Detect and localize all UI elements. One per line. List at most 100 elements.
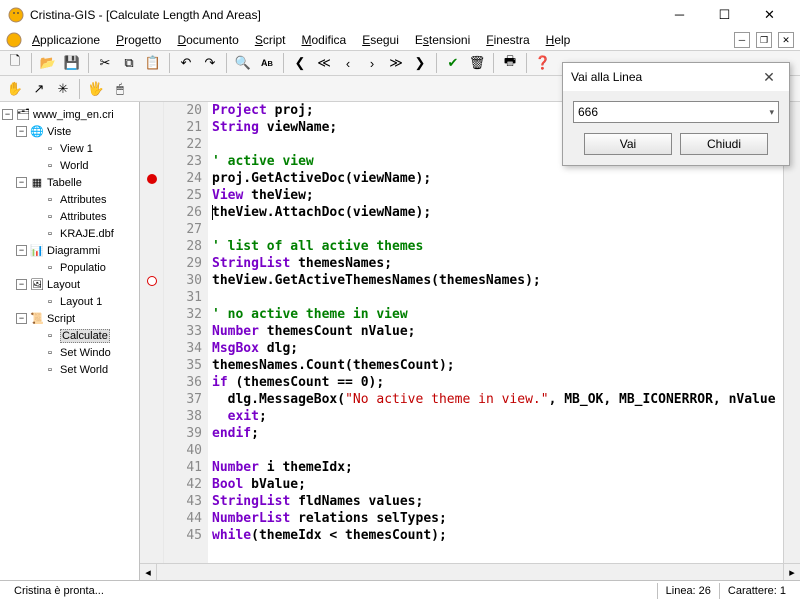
menu-script[interactable]: Script bbox=[249, 31, 292, 49]
app-menu-icon[interactable] bbox=[6, 32, 22, 48]
menu-esegui[interactable]: Esegui bbox=[356, 31, 405, 49]
code-line[interactable]: ' list of all active themes bbox=[208, 238, 783, 255]
menu-estensioni[interactable]: Estensioni bbox=[409, 31, 476, 49]
tree-item[interactable]: ▫World bbox=[2, 157, 137, 174]
dialog-titlebar[interactable]: Vai alla Linea ✕ bbox=[563, 63, 789, 91]
menu-applicazione[interactable]: Applicazione bbox=[26, 31, 106, 49]
code-line[interactable]: View theView; bbox=[208, 187, 783, 204]
tree-group[interactable]: −📊Diagrammi bbox=[2, 242, 137, 259]
new-button[interactable]: 🗋 bbox=[4, 52, 26, 74]
mdi-close[interactable]: ✕ bbox=[778, 32, 794, 48]
paste-button[interactable]: 📋 bbox=[142, 52, 164, 74]
project-tree[interactable]: −🗂www_img_en.cri−🌐Viste▫View 1▫World−▦Ta… bbox=[0, 102, 140, 580]
menu-modifica[interactable]: Modifica bbox=[296, 31, 353, 49]
pan-tool[interactable]: 🖐 bbox=[85, 78, 107, 100]
code-line[interactable]: Number themesCount nValue; bbox=[208, 323, 783, 340]
code-line[interactable] bbox=[208, 221, 783, 238]
stop-button[interactable]: 🗑 bbox=[466, 52, 488, 74]
code-line[interactable]: StringList themesNames; bbox=[208, 255, 783, 272]
find-button[interactable]: 🔍 bbox=[232, 52, 254, 74]
nav-last-button[interactable]: ❯ bbox=[409, 52, 431, 74]
breakpoint-icon[interactable] bbox=[147, 174, 157, 184]
tree-item[interactable]: ▫KRAJE.dbf bbox=[2, 225, 137, 242]
menu-finestra[interactable]: Finestra bbox=[480, 31, 535, 49]
close-button[interactable]: ✕ bbox=[747, 1, 792, 29]
open-button[interactable]: 📂 bbox=[37, 52, 59, 74]
code-line[interactable]: MsgBox dlg; bbox=[208, 340, 783, 357]
run-button[interactable]: ✔ bbox=[442, 52, 464, 74]
nav-next-button[interactable]: › bbox=[361, 52, 383, 74]
tree-item[interactable]: ▫Attributes bbox=[2, 208, 137, 225]
close-button[interactable]: Chiudi bbox=[680, 133, 768, 155]
tree-item[interactable]: ▫View 1 bbox=[2, 140, 137, 157]
code-line[interactable]: theView.GetActiveThemesNames(themesNames… bbox=[208, 272, 783, 289]
breakpoint-margin[interactable] bbox=[140, 102, 164, 563]
menu-progetto[interactable]: Progetto bbox=[110, 31, 167, 49]
code-line[interactable]: exit; bbox=[208, 408, 783, 425]
menu-help[interactable]: Help bbox=[540, 31, 577, 49]
scroll-left-icon[interactable]: ◂ bbox=[140, 564, 157, 580]
tree-group[interactable]: −📜Script bbox=[2, 310, 137, 327]
redo-button[interactable]: ↷ bbox=[199, 52, 221, 74]
code-line[interactable] bbox=[208, 442, 783, 459]
tree-group[interactable]: −🌐Viste bbox=[2, 123, 137, 140]
code-line[interactable]: while(themeIdx < themesCount); bbox=[208, 527, 783, 544]
help-button[interactable]: ❓ bbox=[532, 52, 554, 74]
code-line[interactable]: ' no active theme in view bbox=[208, 306, 783, 323]
nav-prev2-button[interactable]: ≪ bbox=[313, 52, 335, 74]
scroll-right-icon[interactable]: ▸ bbox=[783, 564, 800, 580]
mdi-minimize[interactable]: ─ bbox=[734, 32, 750, 48]
code-editor: 2021222324252627282930313233343536373839… bbox=[140, 102, 800, 580]
code-area[interactable]: Project proj;String viewName;' active vi… bbox=[208, 102, 783, 563]
code-line[interactable]: endif; bbox=[208, 425, 783, 442]
cursor-tool[interactable]: 🖱 bbox=[109, 78, 131, 100]
tree-item[interactable]: ▫Attributes bbox=[2, 191, 137, 208]
code-line[interactable]: if (themesCount == 0); bbox=[208, 374, 783, 391]
line-number-combo[interactable]: 666 ▾ bbox=[573, 101, 779, 123]
tree-item[interactable]: ▫Calculate bbox=[2, 327, 137, 344]
code-line[interactable]: themesNames.Count(themesCount); bbox=[208, 357, 783, 374]
mdi-restore[interactable]: ❐ bbox=[756, 32, 772, 48]
vertical-scrollbar[interactable] bbox=[783, 102, 800, 563]
nav-prev-button[interactable]: ‹ bbox=[337, 52, 359, 74]
cut-button[interactable]: ✂ bbox=[94, 52, 116, 74]
nav-first-button[interactable]: ❮ bbox=[289, 52, 311, 74]
code-line[interactable]: dlg.MessageBox("No active theme in view.… bbox=[208, 391, 783, 408]
code-line[interactable] bbox=[208, 289, 783, 306]
code-line[interactable]: StringList fldNames values; bbox=[208, 493, 783, 510]
code-line[interactable]: Number i themeIdx; bbox=[208, 459, 783, 476]
go-button[interactable]: Vai bbox=[584, 133, 672, 155]
line-number: 28 bbox=[164, 238, 202, 255]
code-line[interactable]: NumberList relations selTypes; bbox=[208, 510, 783, 527]
select-tool[interactable]: ↗ bbox=[28, 78, 50, 100]
goto-line-dialog: Vai alla Linea ✕ 666 ▾ Vai Chiudi bbox=[562, 62, 790, 166]
undo-button[interactable]: ↶ bbox=[175, 52, 197, 74]
status-line: Linea: 26 bbox=[658, 585, 719, 597]
menu-documento[interactable]: Documento bbox=[171, 31, 244, 49]
tree-item[interactable]: ▫Set Windo bbox=[2, 344, 137, 361]
maximize-button[interactable]: ☐ bbox=[702, 1, 747, 29]
minimize-button[interactable]: ─ bbox=[657, 1, 702, 29]
line-number: 34 bbox=[164, 340, 202, 357]
dialog-close-icon[interactable]: ✕ bbox=[757, 69, 781, 86]
marker-tool[interactable]: ✳ bbox=[52, 78, 74, 100]
copy-button[interactable]: ⧉ bbox=[118, 52, 140, 74]
tree-item[interactable]: ▫Layout 1 bbox=[2, 293, 137, 310]
nav-next2-button[interactable]: ≫ bbox=[385, 52, 407, 74]
hand-tool[interactable]: ✋ bbox=[4, 78, 26, 100]
tree-item[interactable]: ▫Populatio bbox=[2, 259, 137, 276]
tree-group[interactable]: −▦Tabelle bbox=[2, 174, 137, 191]
save-button[interactable]: 💾 bbox=[61, 52, 83, 74]
print-button[interactable]: 🖶 bbox=[499, 52, 521, 74]
horizontal-scrollbar[interactable]: ◂ ▸ bbox=[140, 563, 800, 580]
chevron-down-icon[interactable]: ▾ bbox=[769, 107, 774, 118]
tree-root[interactable]: −🗂www_img_en.cri bbox=[2, 106, 137, 123]
code-line[interactable]: theView.AttachDoc(viewName); bbox=[208, 204, 783, 221]
line-number: 30 bbox=[164, 272, 202, 289]
tree-group[interactable]: −🖼Layout bbox=[2, 276, 137, 293]
code-line[interactable]: proj.GetActiveDoc(viewName); bbox=[208, 170, 783, 187]
find-replace-button[interactable]: AB bbox=[256, 52, 278, 74]
tree-item[interactable]: ▫Set World bbox=[2, 361, 137, 378]
code-line[interactable]: Bool bValue; bbox=[208, 476, 783, 493]
breakpoint-icon[interactable] bbox=[147, 276, 157, 286]
